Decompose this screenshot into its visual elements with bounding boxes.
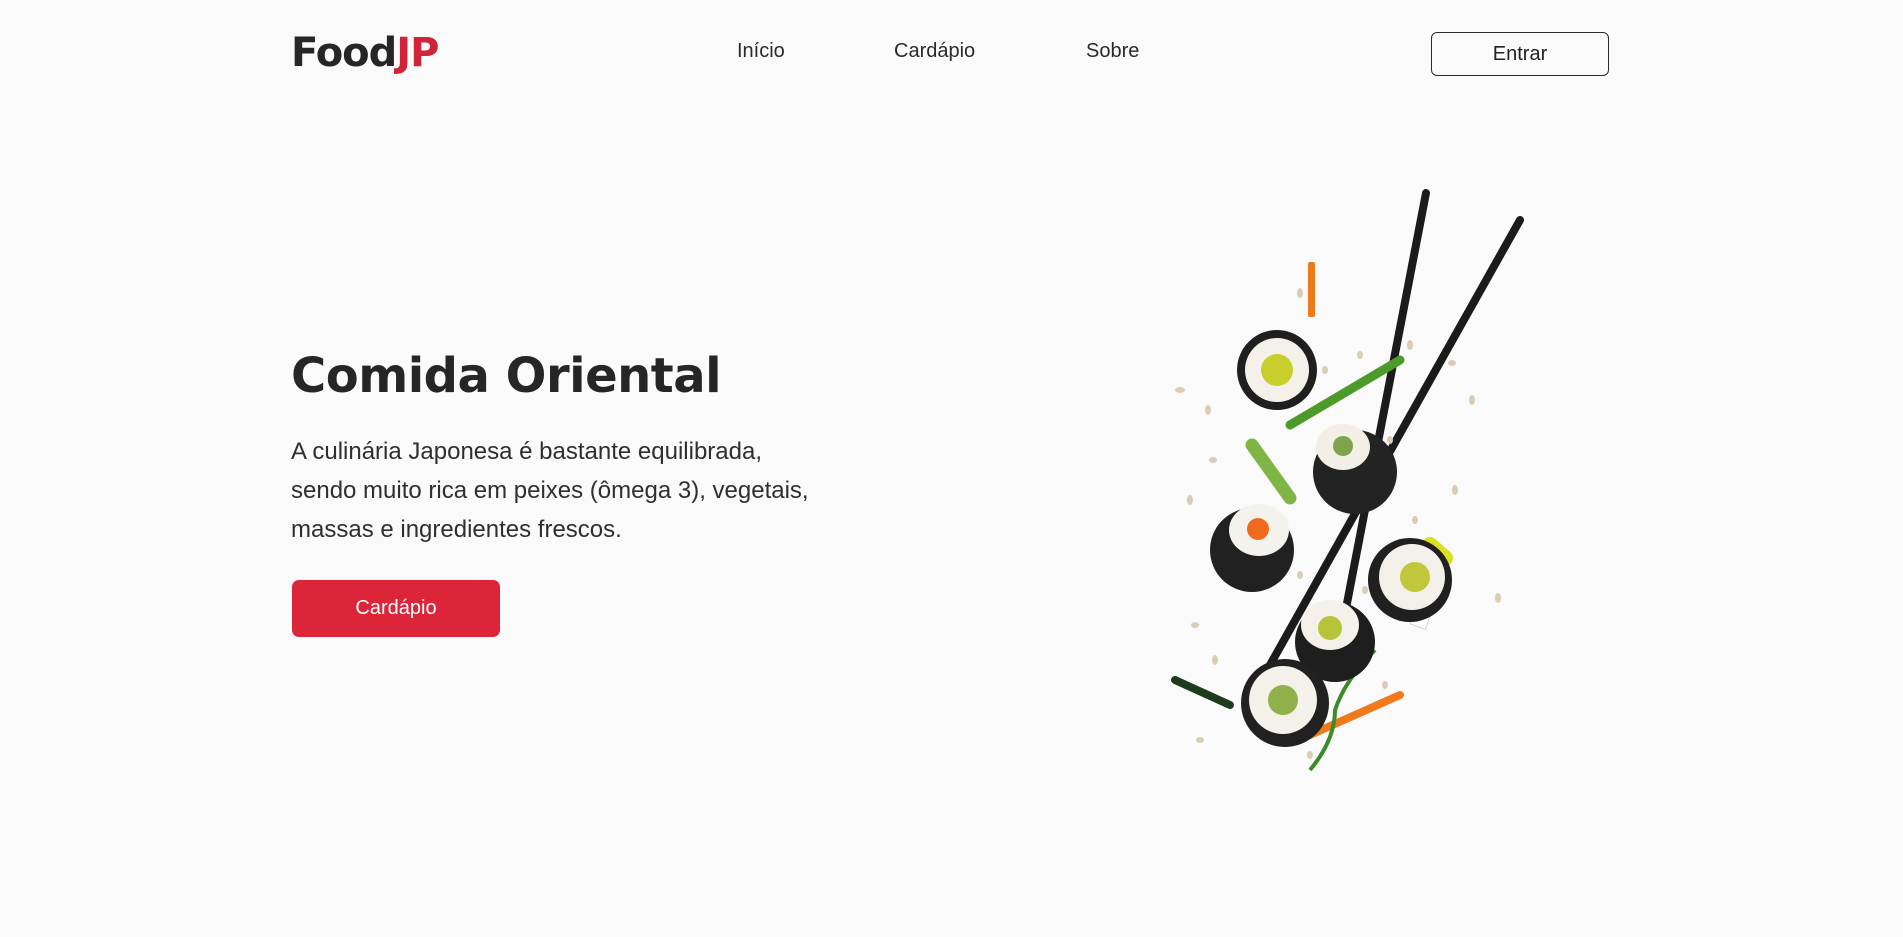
site-header: FoodJP Início Cardápio Sobre Entrar bbox=[0, 0, 1903, 110]
logo[interactable]: FoodJP bbox=[291, 30, 440, 76]
login-button[interactable]: Entrar bbox=[1431, 32, 1609, 76]
nav-link-sobre[interactable]: Sobre bbox=[1086, 40, 1139, 63]
nav-link-cardapio[interactable]: Cardápio bbox=[894, 40, 975, 63]
menu-cta-button[interactable]: Cardápio bbox=[292, 580, 500, 637]
logo-accent: JP bbox=[396, 30, 439, 76]
sushi-chopsticks-image bbox=[1171, 189, 1524, 772]
nav-link-inicio[interactable]: Início bbox=[737, 40, 785, 63]
hero-description: A culinária Japonesa é bastante equilibr… bbox=[291, 438, 809, 543]
hero-title: Comida Oriental bbox=[291, 348, 722, 404]
logo-main: Food bbox=[291, 30, 397, 76]
